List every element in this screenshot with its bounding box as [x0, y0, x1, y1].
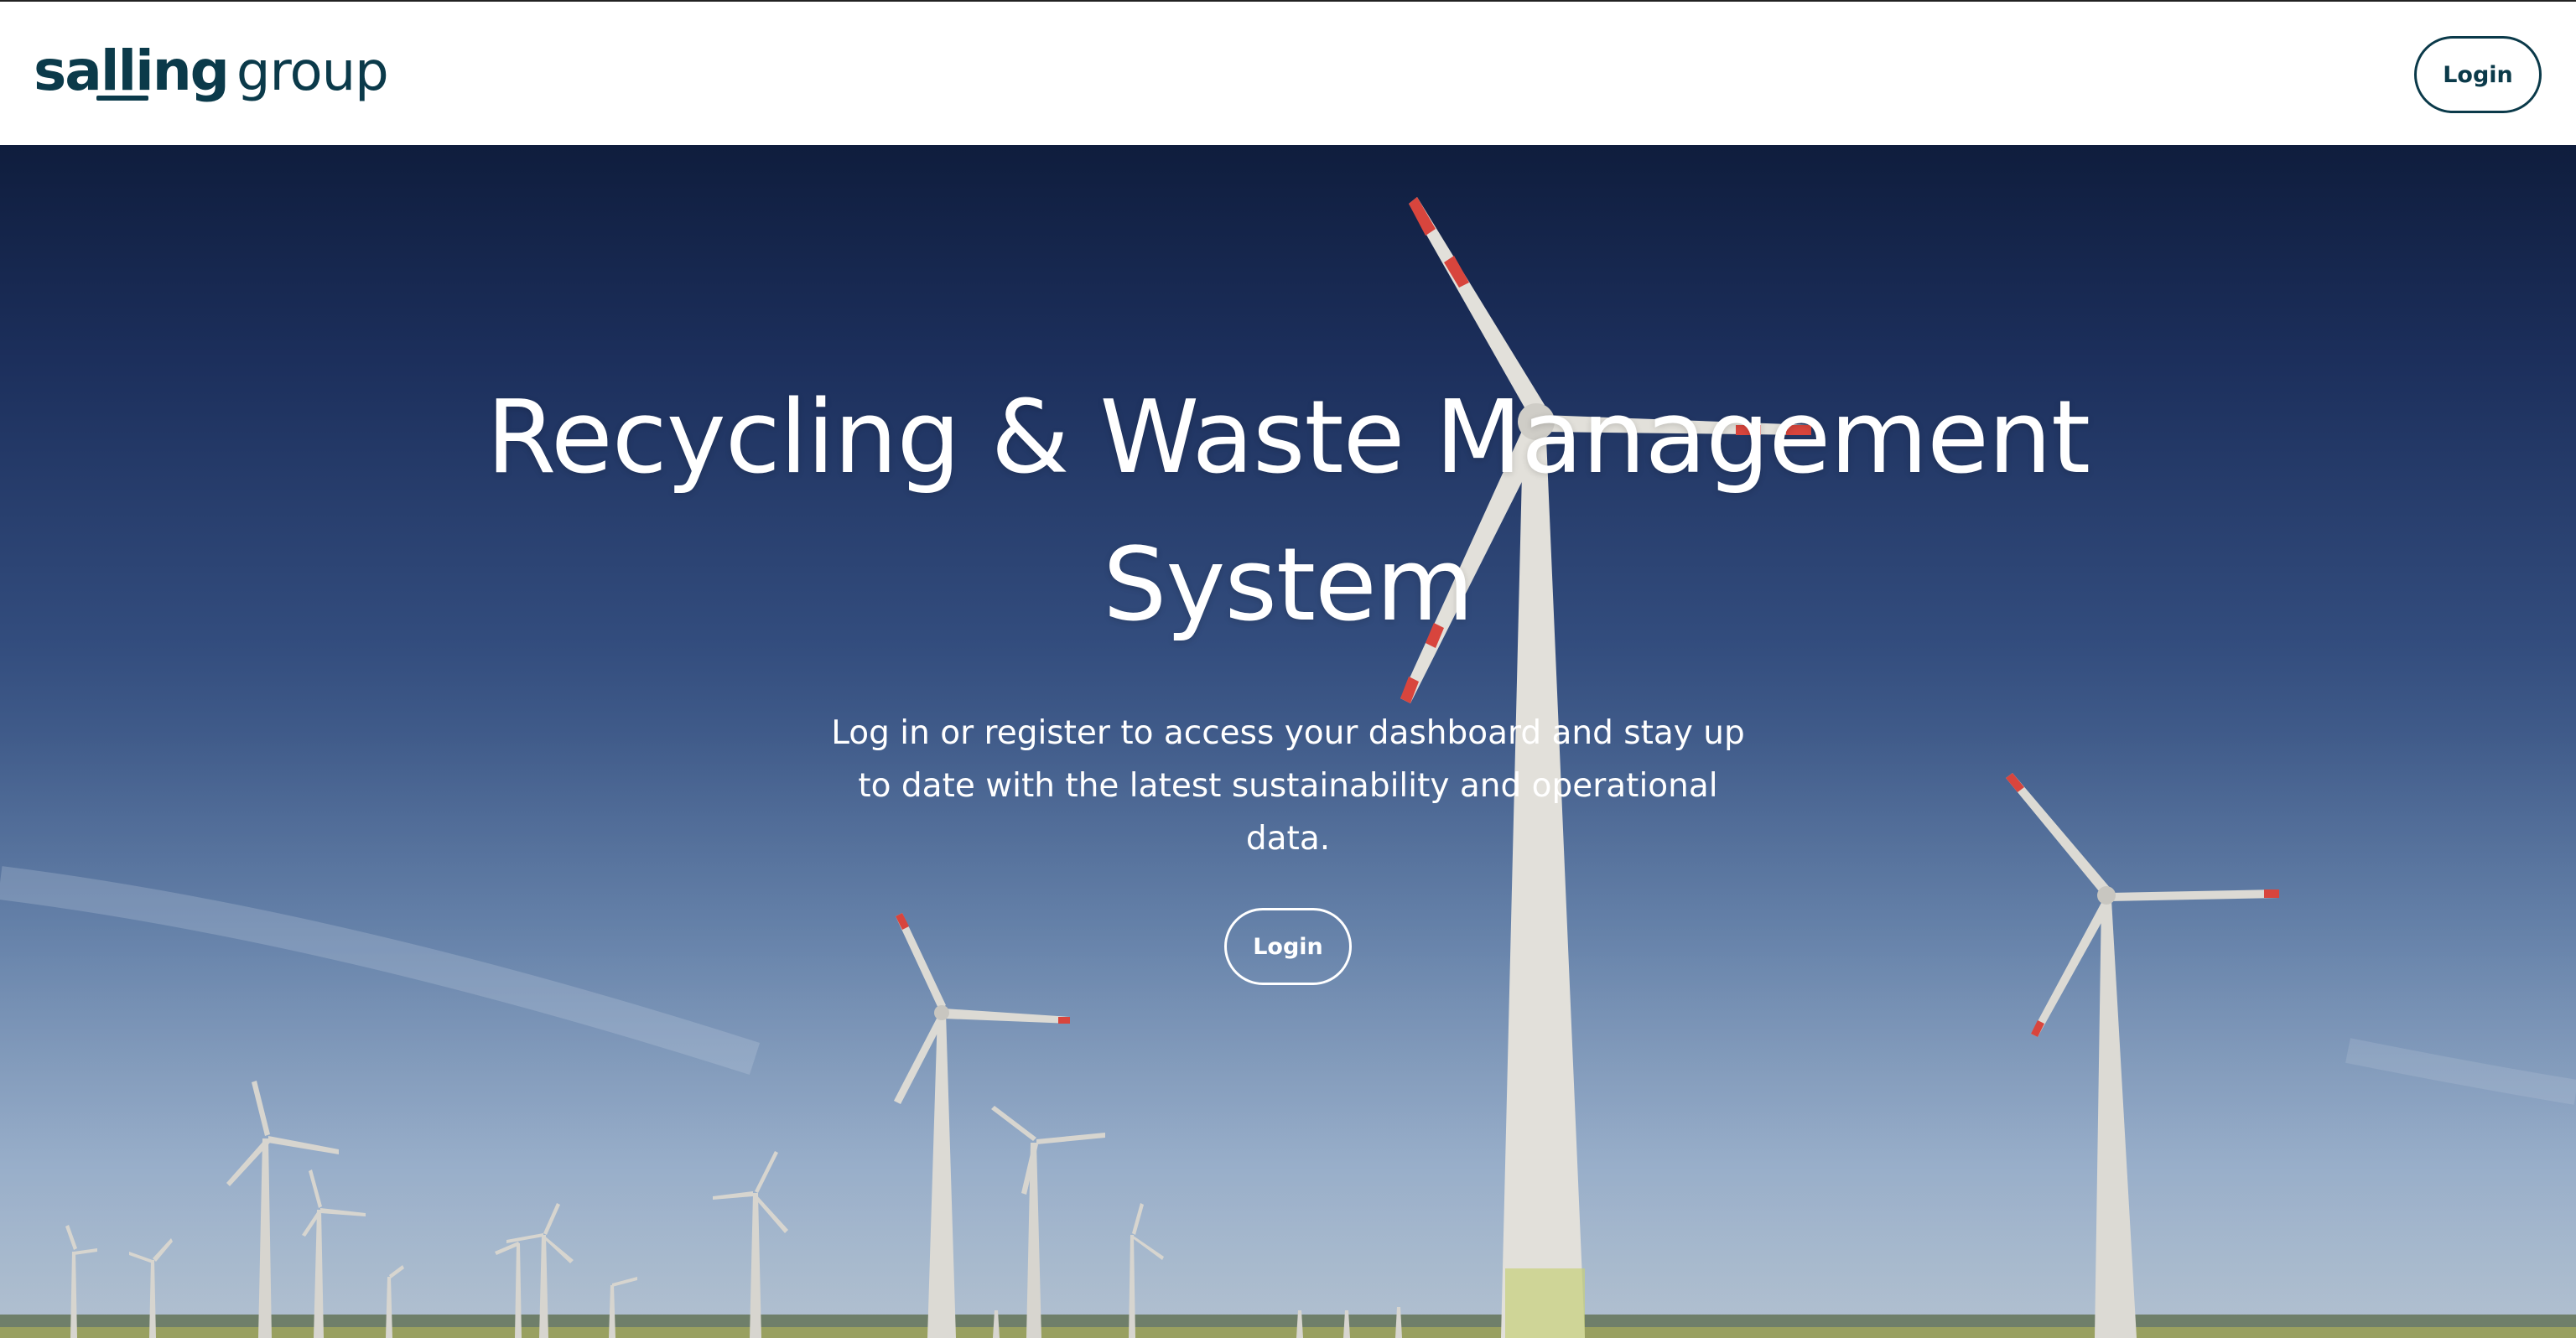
hero-login-button[interactable]: Login	[1224, 908, 1352, 985]
site-header: salling group Login	[0, 2, 2576, 145]
hero-subtitle: Log in or register to access your dashbo…	[831, 714, 1745, 858]
header-login-button[interactable]: Login	[2414, 36, 2542, 113]
logo-word-group: group	[236, 41, 389, 103]
hero-title-line-2: System	[1103, 527, 1473, 644]
salling-group-logo[interactable]: salling group	[34, 39, 389, 106]
logo-word-salling: salling	[34, 39, 230, 103]
hero-title: Recycling & Waste Management System	[449, 365, 2127, 660]
hero-content: Recycling & Waste Management System Log …	[449, 365, 2127, 865]
hero-section: Recycling & Waste Management System Log …	[0, 145, 2576, 1338]
logo-underline	[96, 96, 148, 101]
hero-title-line-1: Recycling & Waste Management	[486, 380, 2090, 496]
